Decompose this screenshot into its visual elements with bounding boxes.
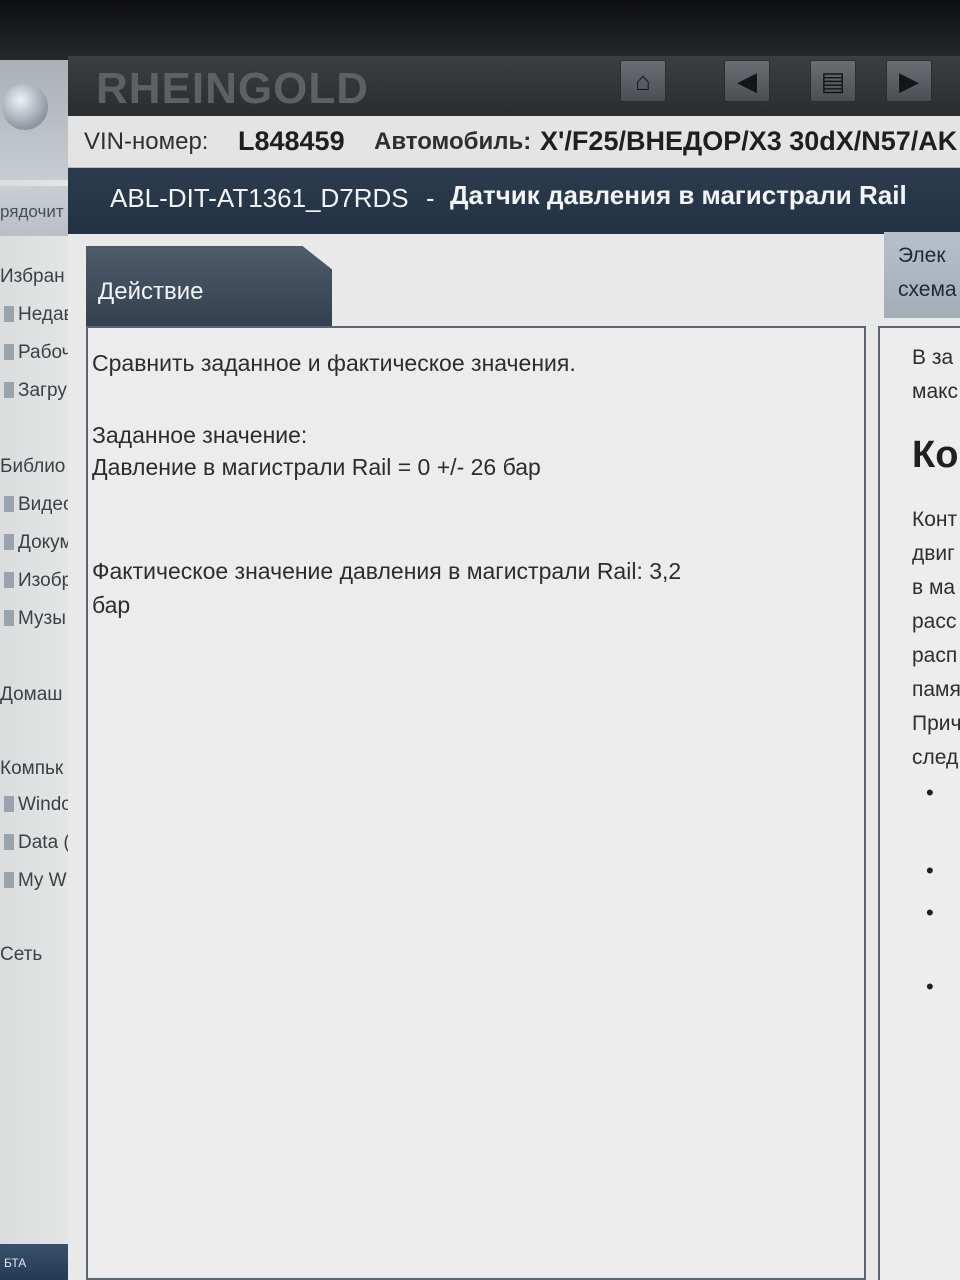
documents-button[interactable]: ▤	[810, 60, 856, 102]
nav-item-label: Недав	[18, 304, 74, 325]
tab-action[interactable]: Действие	[86, 246, 332, 336]
forward-button[interactable]: ▶	[886, 60, 932, 102]
nav-item-label: Загру	[18, 380, 67, 401]
back-button[interactable]: ◀	[724, 60, 770, 102]
documents-icon: ▤	[820, 66, 846, 96]
info-text-top-2: макс	[912, 380, 959, 403]
info-panel: В за макс Ко Конт двиг в ма расс расп па…	[878, 326, 960, 1280]
nav-item-label: Домаш	[0, 684, 63, 705]
nav-item[interactable]: Сеть	[0, 944, 42, 966]
back-icon: ◀	[737, 66, 757, 96]
vehicle-value: X'/F25/ВНЕДОР/X3 30dX/N57/AK	[540, 126, 958, 156]
info-heading: Ко	[912, 434, 959, 476]
tab-wiring-diagram[interactable]: Элек схема	[884, 232, 960, 318]
home-button[interactable]: ⌂	[620, 60, 666, 102]
app-logo: RHEINGOLD	[96, 64, 369, 113]
organize-menu[interactable]: рядочит	[0, 202, 64, 222]
info-line: Конт	[912, 508, 958, 531]
test-code-text: ABL-DIT-AT1361_D7RDS	[110, 183, 409, 213]
folder-icon	[4, 796, 14, 812]
info-bullet: •	[926, 974, 934, 999]
info-line: памя	[912, 678, 960, 701]
nav-item[interactable]: Windo	[4, 794, 72, 816]
info-line: в ма	[912, 576, 956, 599]
test-module-title: Датчик давления в магистрали Rail	[450, 180, 907, 210]
folder-icon	[4, 382, 14, 398]
nav-item-label: Видео	[18, 494, 74, 515]
tab-wiring-label-2: схема	[898, 278, 957, 301]
nav-item[interactable]: Недав	[4, 304, 74, 326]
nav-item-label: Музы	[18, 608, 66, 629]
tab-wiring-label-1: Элек	[898, 244, 946, 267]
action-panel: Сравнить заданное и фактическое значения…	[86, 326, 866, 1280]
instruction-text: Сравнить заданное и фактическое значения…	[92, 350, 576, 376]
folder-icon	[4, 496, 14, 512]
actual-value-line-2: бар	[92, 592, 131, 618]
folder-icon	[4, 834, 14, 850]
taskbar-label: БТА	[4, 1256, 27, 1270]
nav-item[interactable]: Рабоч	[4, 342, 72, 364]
nav-item-label: Data (	[18, 832, 70, 853]
nav-item-label: Компьк	[0, 758, 64, 779]
vehicle-info-bar: VIN-номер: L848459 Автомобиль: X'/F25/ВН…	[68, 116, 960, 168]
app-titlebar: RHEINGOLD ⌂ ◀ ▤ ▶	[68, 56, 960, 116]
windows-orb-icon[interactable]	[2, 84, 48, 130]
nav-item-label: Докум	[18, 532, 73, 553]
info-line: след	[912, 746, 959, 769]
info-bullet: •	[926, 780, 934, 805]
setpoint-value: Давление в магистрали Rail = 0 +/- 26 ба…	[92, 454, 541, 480]
test-separator: -	[425, 183, 435, 213]
info-line: двиг	[912, 542, 955, 565]
folder-icon	[4, 344, 14, 360]
nav-item[interactable]: Data (	[4, 832, 70, 854]
nav-item[interactable]: Видео	[4, 494, 74, 516]
folder-icon	[4, 572, 14, 588]
nav-item[interactable]: Компьк	[0, 758, 63, 780]
nav-item-label: Windo	[18, 794, 72, 815]
nav-item-label: Рабоч	[18, 342, 72, 363]
home-icon: ⌂	[635, 66, 651, 96]
folder-icon	[4, 610, 14, 626]
nav-item[interactable]: Изобр	[4, 570, 72, 592]
vin-value: L848459	[238, 126, 345, 156]
info-bullet: •	[926, 900, 934, 925]
info-line: расп	[912, 644, 958, 667]
folder-icon	[4, 872, 14, 888]
nav-item[interactable]: My W	[4, 870, 67, 892]
actual-value-line-1: Фактическое значение давления в магистра…	[92, 558, 682, 584]
test-module-code: ABL-DIT-AT1361_D7RDS -	[110, 183, 435, 214]
nav-item[interactable]: Докум	[4, 532, 73, 554]
info-bullet: •	[926, 858, 934, 883]
nav-item-label: Изобр	[18, 570, 73, 591]
nav-item[interactable]: Избран	[0, 266, 65, 288]
folder-icon	[4, 306, 14, 322]
nav-item-label: Библио	[0, 456, 66, 477]
forward-icon: ▶	[899, 66, 919, 96]
nav-item[interactable]: Загру	[4, 380, 67, 402]
info-text-top-1: В за	[912, 346, 954, 369]
nav-item-label: Избран	[0, 266, 65, 287]
vin-label: VIN-номер:	[84, 128, 209, 155]
nav-item[interactable]: Домаш	[0, 684, 63, 706]
nav-item-label: Сеть	[0, 944, 43, 965]
nav-item-label: My W	[18, 870, 67, 891]
rheingold-window: RHEINGOLD ⌂ ◀ ▤ ▶ VIN-номер: L848459 Авт…	[68, 56, 960, 1280]
nav-item[interactable]: Библио	[0, 456, 65, 478]
vehicle-label: Автомобиль:	[374, 128, 532, 155]
tab-action-label: Действие	[98, 278, 204, 305]
test-module-header: ABL-DIT-AT1361_D7RDS - Датчик давления в…	[68, 168, 960, 234]
info-line: расс	[912, 610, 957, 633]
nav-item[interactable]: Музы	[4, 608, 66, 630]
setpoint-label: Заданное значение:	[92, 422, 308, 448]
info-line: Прич	[912, 712, 960, 735]
monitor-bezel	[0, 0, 960, 60]
folder-icon	[4, 534, 14, 550]
